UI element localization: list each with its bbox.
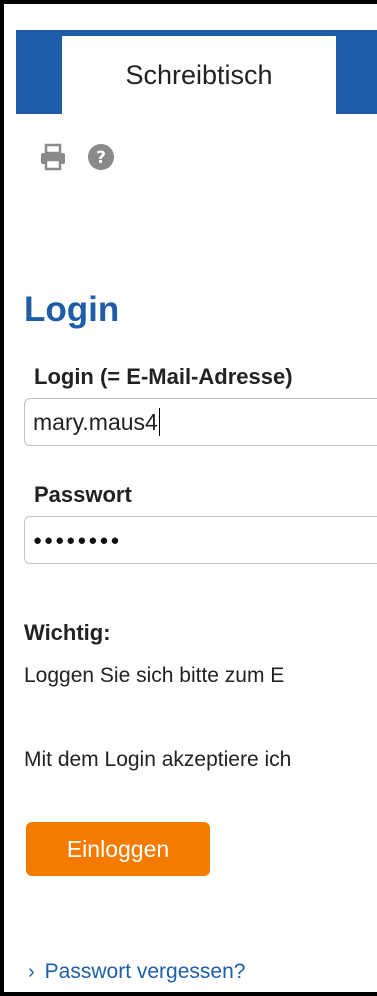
important-text: Loggen Sie sich bitte zum E xyxy=(24,664,285,687)
forgot-password-label: Passwort vergessen? xyxy=(44,960,246,983)
login-button[interactable]: Einloggen xyxy=(26,822,210,876)
text-caret xyxy=(158,408,160,436)
login-title: Login xyxy=(24,290,120,329)
password-field[interactable]: ●●●●●●●● xyxy=(24,516,377,564)
email-label: Login (= E-Mail-Adresse) xyxy=(34,364,293,389)
toolbar: ? xyxy=(38,142,116,172)
svg-text:?: ? xyxy=(96,148,106,168)
password-label: Passwort xyxy=(34,482,132,507)
tab-schreibtisch[interactable]: Schreibtisch xyxy=(62,36,336,114)
forgot-password-link[interactable]: › Passwort vergessen? xyxy=(28,960,245,984)
page-frame: Schreibtisch ? Login Login (= E-Mail-Adr… xyxy=(0,0,377,996)
email-field[interactable]: mary.maus4 xyxy=(24,398,377,446)
login-button-label: Einloggen xyxy=(66,835,170,862)
print-icon[interactable] xyxy=(38,142,68,172)
important-heading: Wichtig: xyxy=(24,620,111,645)
accept-text: Mit dem Login akzeptiere ich xyxy=(24,748,292,771)
help-icon[interactable]: ? xyxy=(86,142,116,172)
password-value: ●●●●●●●● xyxy=(33,531,122,549)
tab-label: Schreibtisch xyxy=(125,59,273,90)
email-value: mary.maus4 xyxy=(33,408,158,435)
chevron-right-icon: › xyxy=(28,960,35,983)
